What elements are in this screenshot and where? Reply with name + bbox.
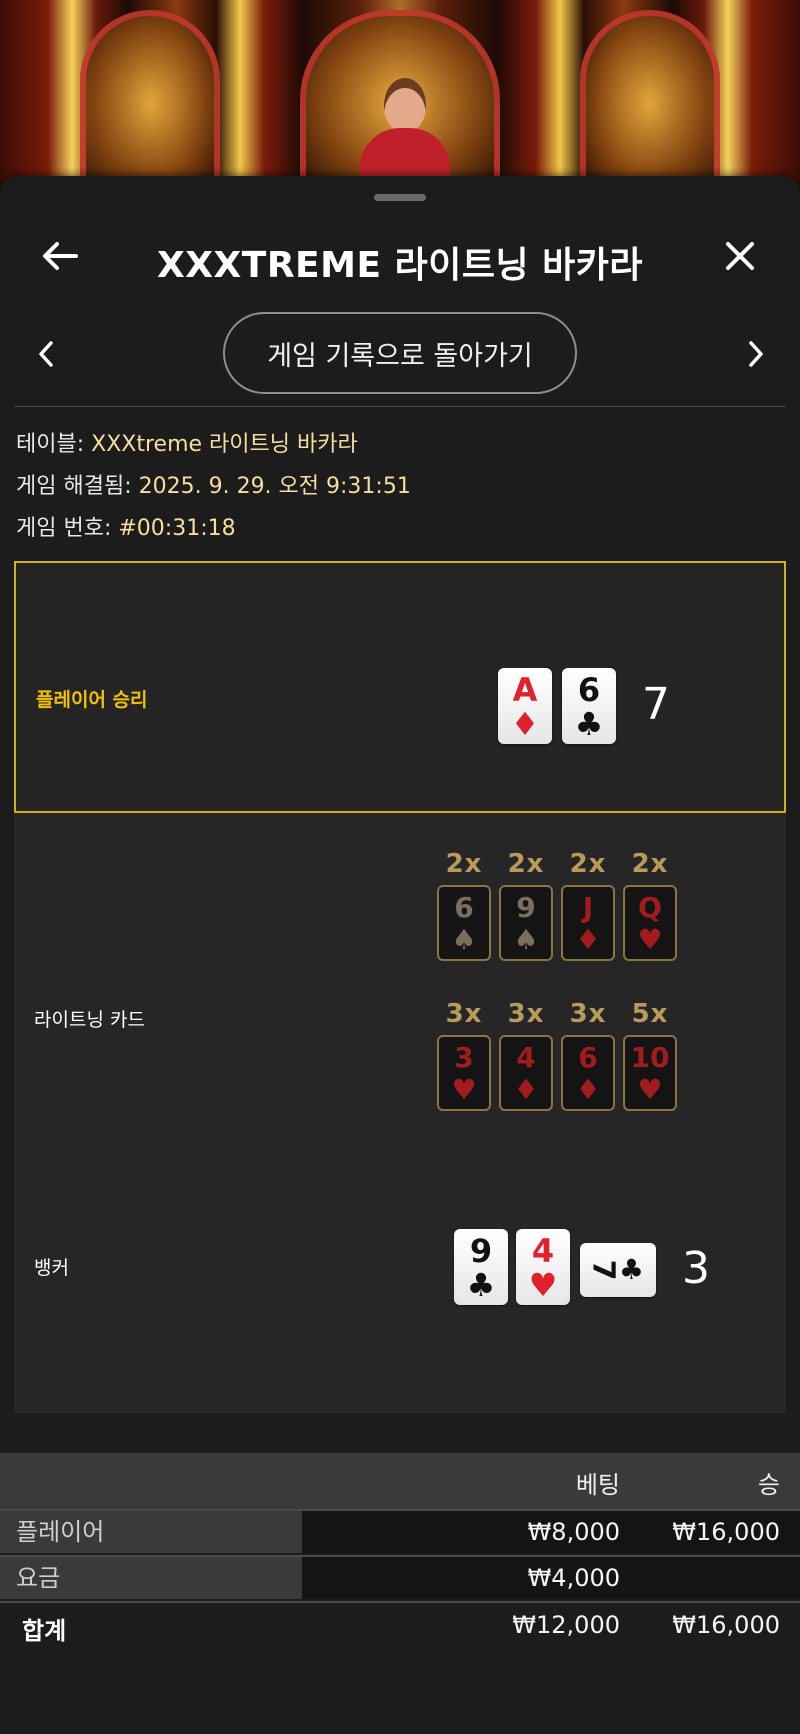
card-rank: 6 bbox=[578, 1041, 598, 1074]
banker-card-1: 9 ♣ bbox=[454, 1229, 508, 1305]
chevron-left-icon bbox=[39, 341, 53, 367]
table-info-label: 테이블: bbox=[16, 432, 85, 457]
club-suit-icon: ♣ bbox=[466, 1266, 496, 1304]
spade-suit-icon: ♠ bbox=[513, 923, 539, 956]
multiplier-label: 3x bbox=[569, 999, 607, 1029]
multiplier-label: 2x bbox=[569, 849, 607, 879]
lightning-card: 2x 6 ♠ bbox=[436, 849, 492, 961]
heart-suit-icon: ♥ bbox=[637, 1073, 663, 1106]
lightning-cards-label: 라이트닝 카드 bbox=[34, 1009, 145, 1031]
round-navigation: 게임 기록으로 돌아가기 bbox=[0, 312, 800, 396]
back-button[interactable] bbox=[32, 228, 88, 284]
table-info: 테이블: XXXtreme 라이트닝 바카라 bbox=[16, 426, 358, 458]
game-number-info: 게임 번호: #00:31:18 bbox=[16, 510, 236, 542]
card-rank: 4 bbox=[516, 1041, 536, 1074]
table-info-value: XXXtreme 라이트닝 바카라 bbox=[91, 432, 358, 457]
diamond-suit-icon: ♦ bbox=[575, 1073, 601, 1106]
diamond-suit-icon: ♦ bbox=[513, 1073, 539, 1106]
banker-result-panel: 뱅커 9 ♣ 4 ♥ 7 ♣ 3 bbox=[14, 1229, 786, 1413]
previous-round-button[interactable] bbox=[24, 332, 68, 376]
heart-suit-icon: ♥ bbox=[528, 1266, 558, 1304]
page-title: XXXTREME 라이트닝 바카라 bbox=[157, 245, 643, 286]
card-rank: 7 bbox=[585, 1259, 621, 1281]
lightning-cards-panel: 라이트닝 카드 2x 6 ♠ 2x 9 ♠ 2x J ♦ 2x Q ♥ 3x 3 ♥ bbox=[14, 813, 786, 1233]
game-history-sheet: XXXTREME 라이트닝 바카라 게임 기록으로 돌아가기 테이블: XXXt… bbox=[0, 176, 800, 1734]
card-rank: J bbox=[582, 891, 594, 924]
card-rank: 10 bbox=[630, 1041, 670, 1074]
page: XXXTREME 라이트닝 바카라 게임 기록으로 돌아가기 테이블: XXXt… bbox=[0, 0, 800, 1734]
resolved-time-info: 게임 해결됨: 2025. 9. 29. 오전 9:31:51 bbox=[16, 468, 411, 500]
multiplier-label: 3x bbox=[445, 999, 483, 1029]
game-number-label: 게임 번호: bbox=[16, 516, 112, 541]
banker-score: 3 bbox=[682, 1243, 710, 1294]
multiplier-label: 2x bbox=[507, 849, 545, 879]
lightning-card: 2x Q ♥ bbox=[622, 849, 678, 961]
live-video-background bbox=[0, 0, 800, 200]
resolved-time-value: 2025. 9. 29. 오전 9:31:51 bbox=[138, 474, 411, 499]
lightning-card: 2x J ♦ bbox=[560, 849, 616, 961]
back-to-game-history-button[interactable]: 게임 기록으로 돌아가기 bbox=[223, 312, 577, 394]
game-number-value: #00:31:18 bbox=[118, 516, 236, 541]
multiplier-label: 2x bbox=[445, 849, 483, 879]
divider bbox=[14, 406, 786, 407]
card-rank: 3 bbox=[454, 1041, 474, 1074]
card-rank: Q bbox=[638, 891, 662, 924]
lightning-card: 3x 3 ♥ bbox=[436, 999, 492, 1111]
total-row: 합계 ₩12,000 ₩16,000 bbox=[0, 1601, 800, 1651]
lightning-card: 5x 10 ♥ bbox=[622, 999, 678, 1111]
player-result-panel: 플레이어 승리 A ♦ 6 ♣ 7 bbox=[14, 561, 786, 813]
heart-suit-icon: ♥ bbox=[451, 1073, 477, 1106]
player-card-2: 6 ♣ bbox=[562, 668, 616, 744]
total-label: 합계 bbox=[22, 1617, 67, 1645]
column-header-bet: 베팅 bbox=[575, 1471, 620, 1499]
drag-handle[interactable] bbox=[374, 194, 426, 201]
card-rank: 9 bbox=[469, 1232, 493, 1270]
total-win-amount: ₩16,000 bbox=[672, 1611, 780, 1639]
bet-type-label: 플레이어 bbox=[0, 1511, 302, 1553]
bets-table-header: 베팅 승 bbox=[0, 1453, 800, 1509]
chevron-right-icon bbox=[749, 341, 763, 367]
table-row: 요금 ₩4,000 bbox=[0, 1555, 800, 1599]
multiplier-label: 5x bbox=[631, 999, 669, 1029]
lightning-card: 3x 6 ♦ bbox=[560, 999, 616, 1111]
lightning-card: 3x 4 ♦ bbox=[498, 999, 554, 1111]
sheet-header: XXXTREME 라이트닝 바카라 bbox=[0, 216, 800, 296]
studio-arch bbox=[580, 10, 720, 190]
player-card-1: A ♦ bbox=[498, 668, 552, 744]
club-suit-icon: ♣ bbox=[574, 705, 604, 743]
banker-card-2: 4 ♥ bbox=[516, 1229, 570, 1305]
banker-label: 뱅커 bbox=[34, 1257, 69, 1279]
player-score: 7 bbox=[642, 679, 670, 730]
dealer-figure bbox=[360, 78, 450, 188]
card-rank: 4 bbox=[531, 1232, 555, 1270]
card-rank: 9 bbox=[516, 891, 536, 924]
win-amount: ₩16,000 bbox=[672, 1518, 780, 1546]
table-row: 플레이어 ₩8,000 ₩16,000 bbox=[0, 1509, 800, 1553]
card-rank: A bbox=[512, 671, 538, 709]
card-rank: 6 bbox=[454, 891, 474, 924]
banker-card-3-sideways: 7 ♣ bbox=[580, 1243, 656, 1297]
multiplier-label: 3x bbox=[507, 999, 545, 1029]
spade-suit-icon: ♠ bbox=[451, 923, 477, 956]
bet-type-label: 요금 bbox=[0, 1557, 302, 1599]
studio-arch bbox=[80, 10, 220, 190]
bet-amount: ₩4,000 bbox=[527, 1564, 620, 1592]
club-suit-icon: ♣ bbox=[618, 1253, 644, 1286]
heart-suit-icon: ♥ bbox=[637, 923, 663, 956]
multiplier-label: 2x bbox=[631, 849, 669, 879]
player-win-label: 플레이어 승리 bbox=[36, 689, 148, 711]
close-icon bbox=[726, 242, 754, 270]
column-header-win: 승 bbox=[757, 1471, 780, 1499]
diamond-suit-icon: ♦ bbox=[510, 705, 540, 743]
lightning-card: 2x 9 ♠ bbox=[498, 849, 554, 961]
diamond-suit-icon: ♦ bbox=[575, 923, 601, 956]
arrow-left-icon bbox=[43, 242, 78, 270]
next-round-button[interactable] bbox=[734, 332, 778, 376]
card-rank: 6 bbox=[577, 671, 601, 709]
resolved-time-label: 게임 해결됨: bbox=[16, 474, 132, 499]
close-button[interactable] bbox=[712, 228, 768, 284]
